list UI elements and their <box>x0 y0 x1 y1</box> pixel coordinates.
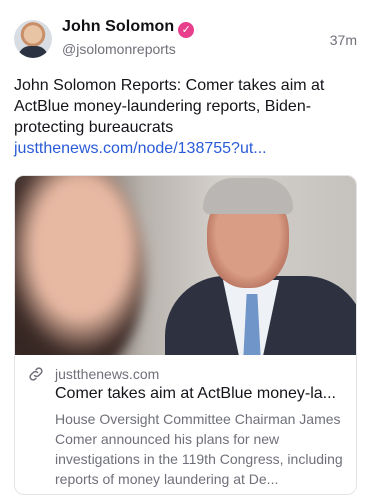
link-preview-card[interactable]: justthenews.com Comer takes aim at ActBl… <box>14 175 357 495</box>
link-icon <box>29 367 43 381</box>
preview-description: House Oversight Committee Chairman James… <box>55 411 343 487</box>
post-timestamp[interactable]: 37m <box>330 32 357 48</box>
author-handle[interactable]: @jsolomonreports <box>62 41 176 57</box>
avatar-shoulders <box>18 46 48 58</box>
preview-body[interactable]: justthenews.com Comer takes aim at ActBl… <box>15 355 356 494</box>
post-body: John Solomon Reports: Comer takes aim at… <box>14 77 325 136</box>
preview-title[interactable]: Comer takes aim at ActBlue money-la... <box>55 385 346 403</box>
post-text: John Solomon Reports: Comer takes aim at… <box>14 75 357 159</box>
avatar[interactable] <box>14 20 52 58</box>
preview-domain: justthenews.com <box>55 366 160 382</box>
post-header: John Solomon ✓ @jsolomonreports 37m <box>14 16 357 64</box>
verified-badge-icon: ✓ <box>178 22 195 38</box>
author-name[interactable]: John Solomon ✓ <box>62 18 195 38</box>
preview-image[interactable] <box>15 176 356 355</box>
man-hair <box>203 178 293 214</box>
author-name-text[interactable]: John Solomon <box>62 18 174 35</box>
preview-domain-row: justthenews.com <box>27 365 159 383</box>
blurred-foreground-person <box>15 176 145 355</box>
social-post[interactable]: John Solomon ✓ @jsolomonreports 37m John … <box>0 0 371 500</box>
post-link[interactable]: justthenews.com/node/138755?ut... <box>14 138 357 159</box>
